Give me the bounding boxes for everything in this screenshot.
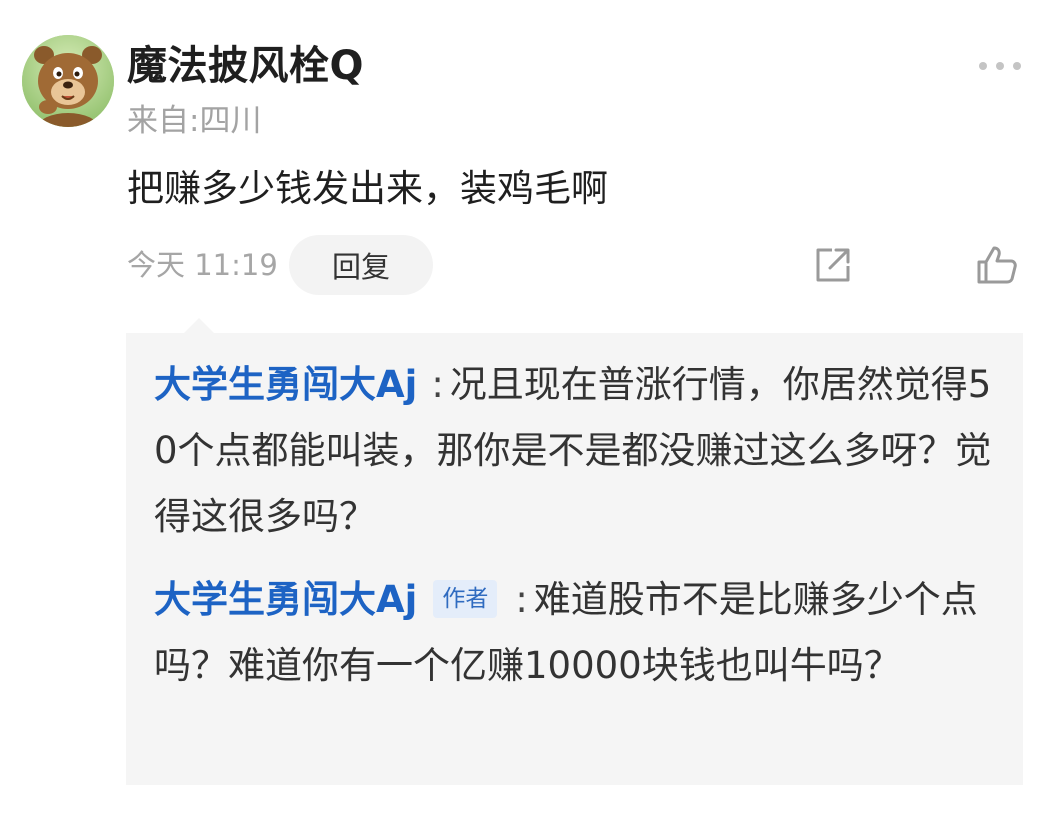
thumbs-up-icon[interactable] bbox=[975, 244, 1019, 286]
comment-text: 把赚多少钱发出来，装鸡毛啊 bbox=[127, 167, 608, 210]
cartoon-bear-avatar-icon bbox=[22, 35, 114, 127]
dot bbox=[1013, 62, 1021, 70]
comment-username[interactable]: 魔法披风栓Q bbox=[127, 40, 364, 92]
author-badge: 作者 bbox=[433, 580, 498, 618]
sub-reply-colon: : bbox=[431, 363, 444, 406]
share-icon[interactable] bbox=[812, 244, 854, 286]
dot bbox=[979, 62, 987, 70]
more-dots-icon[interactable] bbox=[979, 56, 1021, 76]
sub-reply-colon: : bbox=[515, 578, 528, 621]
reply-box-pointer bbox=[183, 318, 215, 334]
avatar[interactable] bbox=[22, 35, 114, 127]
sub-reply[interactable]: 大学生勇闯大Aj 作者: 难道股市不是比赚多少个点吗？难道你有一个亿赚10000块钱… bbox=[154, 567, 1004, 699]
sub-reply[interactable]: 大学生勇闯大Aj: 况且现在普涨行情，你居然觉得50个点都能叫装，那你是不是都没赚… bbox=[154, 352, 1004, 550]
comment-timestamp: 今天 11:19 bbox=[127, 248, 278, 282]
comment-location: 来自:四川 bbox=[127, 103, 262, 139]
dot bbox=[996, 62, 1004, 70]
sub-reply-author[interactable]: 大学生勇闯大Aj bbox=[154, 578, 417, 621]
sub-reply-author[interactable]: 大学生勇闯大Aj bbox=[154, 363, 417, 406]
reply-button[interactable]: 回复 bbox=[289, 235, 433, 295]
